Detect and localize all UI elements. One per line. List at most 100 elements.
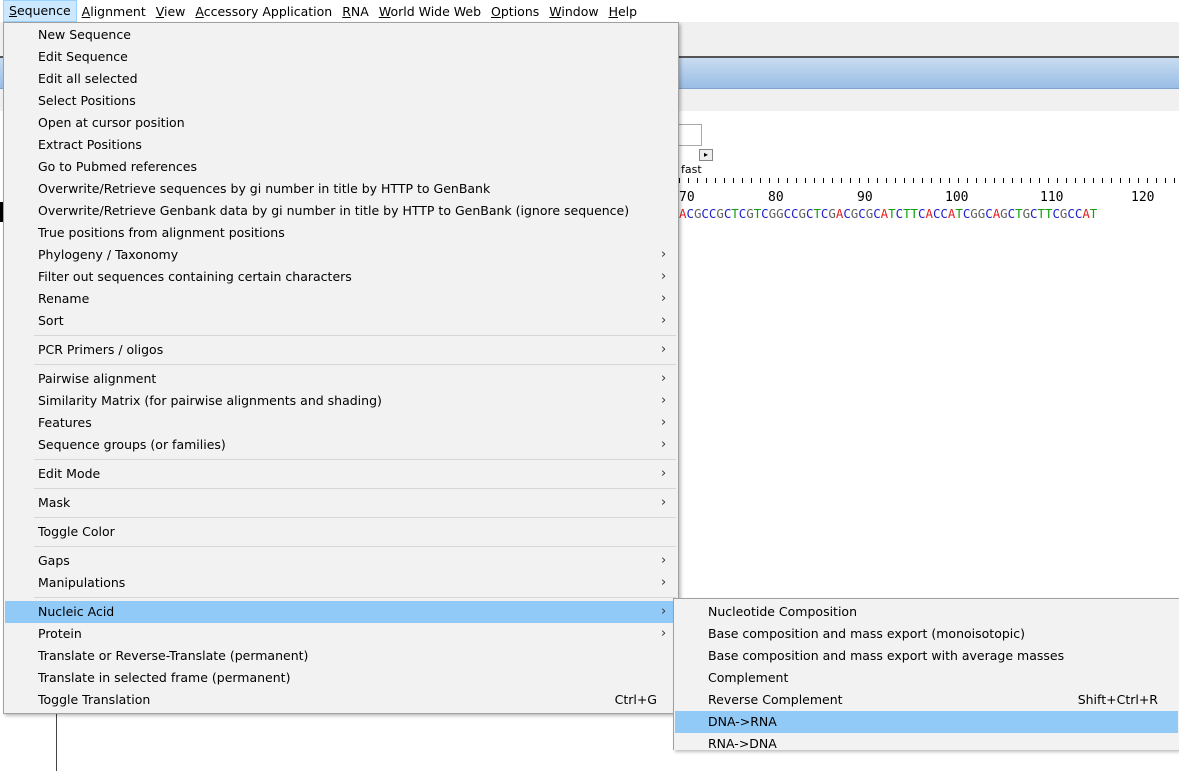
menu-item-extract-positions[interactable]: Extract Positions (5, 134, 677, 156)
chevron-right-icon: › (661, 415, 667, 430)
ruler-number: 110 (1040, 190, 1064, 205)
menu-item-sequence-groups-or-families[interactable]: Sequence groups (or families) › (5, 434, 677, 456)
menu-item-gaps[interactable]: Gaps › (5, 550, 677, 572)
menubar: Sequence Alignment View Accessory Applicati… (0, 0, 1179, 22)
menu-item-edit-mode[interactable]: Edit Mode › (5, 463, 677, 485)
menu-item-overwrite-retrieve-genbank-data-by-gi-number-in-title-by-http-to-genbank-ignore-sequence[interactable]: Overwrite/Retrieve Genbank data by gi nu… (5, 200, 677, 222)
menubar-accessory-application[interactable]: Accessory Application (190, 1, 337, 21)
menu-item-pcr-primers-oligos[interactable]: PCR Primers / oligos › (5, 339, 677, 361)
submenu-item-label: DNA->RNA (708, 714, 777, 729)
menu-item-open-at-cursor-position[interactable]: Open at cursor position (5, 112, 677, 134)
submenu-item-base-composition-and-mass-export-monoisotopic[interactable]: Base composition and mass export (monois… (675, 623, 1178, 645)
submenu-item-complement[interactable]: Complement (675, 667, 1178, 689)
menu-item-label: Overwrite/Retrieve Genbank data by gi nu… (38, 203, 630, 218)
menu-item-true-positions-from-alignment-positions[interactable]: True positions from alignment positions (5, 222, 677, 244)
submenu-item-label: Complement (708, 670, 789, 685)
menu-item-label: Protein (38, 626, 82, 641)
submenu-item-label: Reverse Complement (708, 692, 843, 707)
menu-item-label: Overwrite/Retrieve sequences by gi numbe… (38, 181, 491, 196)
chevron-right-icon: › (661, 553, 667, 568)
submenu-item-rna-dna[interactable]: RNA->DNA (675, 733, 1178, 755)
menu-separator (34, 517, 676, 518)
submenu-item-dna-rna[interactable]: DNA->RNA (675, 711, 1178, 733)
menu-item-phylogeny-taxonomy[interactable]: Phylogeny / Taxonomy › (5, 244, 677, 266)
menu-item-label: Phylogeny / Taxonomy (38, 247, 179, 262)
menu-item-label: PCR Primers / oligos (38, 342, 164, 357)
menu-item-select-positions[interactable]: Select Positions (5, 90, 677, 112)
menu-item-label: Translate or Reverse-Translate (permanen… (38, 648, 309, 663)
menu-separator (34, 488, 676, 489)
menu-item-filter-out-sequences-containing-certain-characters[interactable]: Filter out sequences containing certain … (5, 266, 677, 288)
menu-item-sort[interactable]: Sort › (5, 310, 677, 332)
menu-item-label: Extract Positions (38, 137, 142, 152)
sequence-menu-dropdown: New Sequence Edit Sequence Edit all select… (3, 22, 679, 714)
menu-item-label: Toggle Color (38, 524, 115, 539)
menu-item-label: Gaps (38, 553, 70, 568)
chevron-right-icon: › (661, 291, 667, 306)
menu-item-toggle-translation[interactable]: Toggle Translation Ctrl+G (5, 689, 677, 711)
menu-item-label: Filter out sequences containing certain … (38, 269, 352, 284)
menu-item-label: Similarity Matrix (for pairwise alignmen… (38, 393, 382, 408)
menu-item-similarity-matrix-for-pairwise-alignments-and-shading[interactable]: Similarity Matrix (for pairwise alignmen… (5, 390, 677, 412)
menubar-alignment[interactable]: Alignment (77, 1, 151, 21)
menu-item-label: True positions from alignment positions (38, 225, 285, 240)
menu-item-shortcut: Ctrl+G (614, 692, 657, 707)
menu-separator (34, 364, 676, 365)
position-input[interactable] (676, 124, 702, 146)
menu-item-features[interactable]: Features › (5, 412, 677, 434)
menu-item-manipulations[interactable]: Manipulations › (5, 572, 677, 594)
menu-item-label: Mask (38, 495, 71, 510)
ruler-number: 120 (1131, 190, 1155, 205)
menubar-rna[interactable]: RNA (337, 1, 374, 21)
menu-item-pairwise-alignment[interactable]: Pairwise alignment › (5, 368, 677, 390)
submenu-item-label: Base composition and mass export with av… (708, 648, 1065, 663)
menubar-world-wide-web[interactable]: World Wide Web (374, 1, 486, 21)
menu-item-label: Edit all selected (38, 71, 138, 86)
menu-separator (34, 459, 676, 460)
nucleic-acid-submenu: Nucleotide Composition Base composition a… (673, 598, 1179, 751)
menu-item-translate-or-reverse-translate-permanent[interactable]: Translate or Reverse-Translate (permanen… (5, 645, 677, 667)
menu-item-label: Sort (38, 313, 64, 328)
submenu-item-base-composition-and-mass-export-with-average-masses[interactable]: Base composition and mass export with av… (675, 645, 1178, 667)
menu-item-edit-all-selected[interactable]: Edit all selected (5, 68, 677, 90)
sequence-row[interactable]: ACGCCGCTCGTCGGCCGCTCGACGCGCATCTTCACCATCG… (679, 206, 1097, 221)
submenu-item-nucleotide-composition[interactable]: Nucleotide Composition (675, 601, 1178, 623)
submenu-item-reverse-complement[interactable]: Reverse Complement Shift+Ctrl+R (675, 689, 1178, 711)
menu-separator (34, 546, 676, 547)
menubar-help[interactable]: Help (604, 1, 643, 21)
menu-item-toggle-color[interactable]: Toggle Color (5, 521, 677, 543)
chevron-right-icon: › (661, 437, 667, 452)
ruler-number: 90 (857, 190, 873, 205)
menu-item-label: Go to Pubmed references (38, 159, 197, 174)
menu-item-label: New Sequence (38, 27, 131, 42)
speed-scroll-right-button[interactable]: ▸ (699, 149, 713, 161)
menubar-options[interactable]: Options (486, 1, 544, 21)
menu-item-new-sequence[interactable]: New Sequence (5, 24, 677, 46)
menu-separator (34, 597, 676, 598)
menu-item-translate-in-selected-frame-permanent[interactable]: Translate in selected frame (permanent) (5, 667, 677, 689)
menubar-window[interactable]: Window (544, 1, 603, 21)
ruler-ticks (679, 178, 1179, 183)
menu-item-label: Edit Mode (38, 466, 101, 481)
menu-item-mask[interactable]: Mask › (5, 492, 677, 514)
menubar-view[interactable]: View (151, 1, 191, 21)
chevron-right-icon: › (661, 342, 667, 357)
ruler-number: 80 (768, 190, 784, 205)
menu-item-overwrite-retrieve-sequences-by-gi-number-in-title-by-http-to-genbank[interactable]: Overwrite/Retrieve sequences by gi numbe… (5, 178, 677, 200)
menu-item-rename[interactable]: Rename › (5, 288, 677, 310)
menubar-sequence[interactable]: Sequence (3, 0, 77, 22)
menu-item-label: Manipulations (38, 575, 126, 590)
menu-item-nucleic-acid[interactable]: Nucleic Acid › (5, 601, 677, 623)
ruler-number: 70 (679, 190, 695, 205)
chevron-right-icon: › (661, 626, 667, 641)
menu-item-edit-sequence[interactable]: Edit Sequence (5, 46, 677, 68)
submenu-item-shortcut: Shift+Ctrl+R (1077, 692, 1158, 707)
submenu-item-label: Nucleotide Composition (708, 604, 857, 619)
menu-item-go-to-pubmed-references[interactable]: Go to Pubmed references (5, 156, 677, 178)
menu-item-label: Pairwise alignment (38, 371, 157, 386)
chevron-right-icon: › (661, 313, 667, 328)
chevron-right-icon: › (661, 604, 667, 619)
menu-separator (34, 335, 676, 336)
chevron-right-icon: › (661, 269, 667, 284)
menu-item-protein[interactable]: Protein › (5, 623, 677, 645)
